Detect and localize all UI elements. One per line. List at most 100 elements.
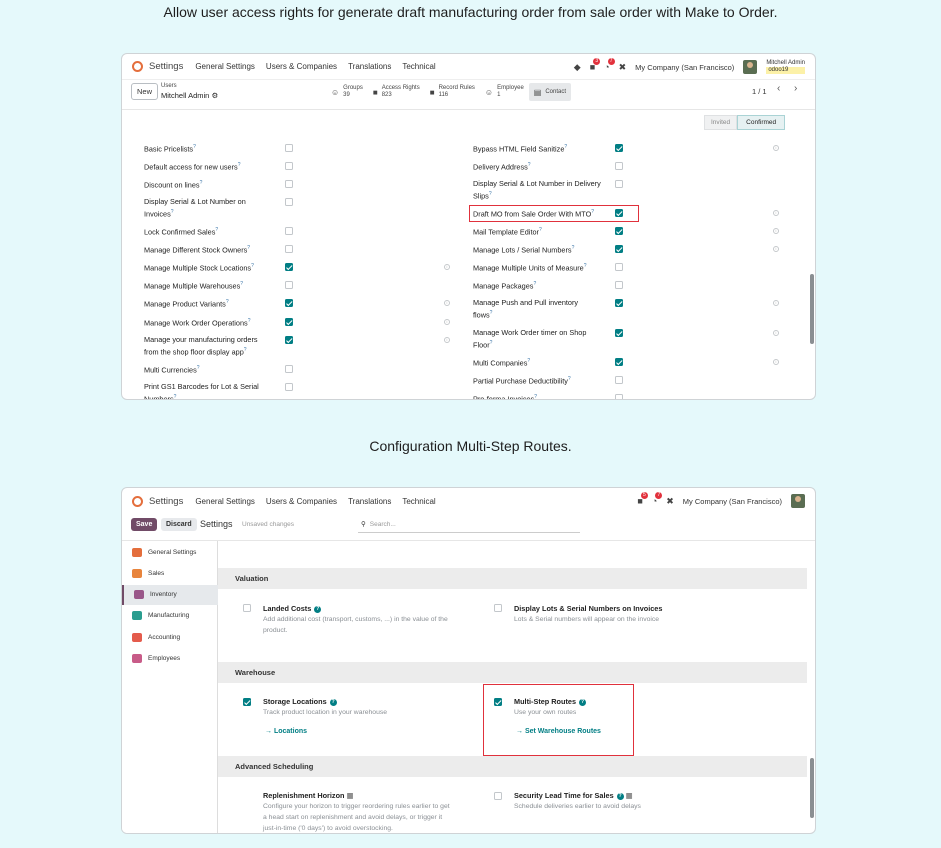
access-right-checkbox[interactable] — [285, 162, 293, 170]
info-icon[interactable]: i — [773, 210, 779, 216]
odoo-logo-icon[interactable] — [132, 61, 143, 72]
access-right-checkbox[interactable] — [285, 144, 293, 152]
help-tooltip-icon[interactable]: ? — [193, 144, 196, 150]
access-right-checkbox[interactable] — [285, 281, 293, 289]
help-icon[interactable]: ? — [329, 698, 337, 706]
help-tooltip-icon[interactable]: ? — [248, 318, 251, 324]
menu-technical[interactable]: Technical — [402, 497, 435, 506]
help-tooltip-icon[interactable]: ? — [568, 376, 571, 382]
help-tooltip-icon[interactable]: ? — [584, 263, 587, 269]
help-tooltip-icon[interactable]: ? — [490, 340, 493, 346]
activity-clock-icon[interactable]: ◔ 7 — [604, 58, 615, 72]
access-right-checkbox[interactable] — [615, 299, 623, 307]
help-tooltip-icon[interactable]: ? — [489, 191, 492, 197]
status-invited[interactable]: Invited — [704, 115, 738, 130]
pager-counter[interactable]: 1 / 1 — [752, 87, 767, 96]
help-tooltip-icon[interactable]: ? — [247, 245, 250, 251]
odoo-logo-icon[interactable] — [132, 495, 143, 507]
smart-button-employee[interactable]: ☺ Employee 1 — [480, 83, 529, 101]
access-right-checkbox[interactable] — [615, 162, 623, 170]
sidebar-item[interactable]: Inventory — [122, 584, 218, 605]
sidebar-item[interactable]: General Settings — [122, 542, 218, 562]
access-right-checkbox[interactable] — [615, 281, 623, 289]
smart-button-record-rules[interactable]: ■ Record Rules 116 — [425, 83, 480, 101]
menu-users-companies[interactable]: Users & Companies — [266, 497, 337, 506]
help-tooltip-icon[interactable]: ? — [200, 180, 203, 186]
save-button[interactable]: Save — [131, 518, 158, 531]
company-switcher[interactable]: My Company (San Francisco) — [683, 497, 782, 506]
settings-search[interactable]: ⚲ Search... — [358, 516, 580, 533]
help-tooltip-icon[interactable]: ? — [240, 281, 243, 287]
access-right-checkbox[interactable] — [285, 299, 293, 307]
storage-locations-checkbox[interactable] — [243, 698, 251, 706]
sidebar-item[interactable]: Manufacturing — [122, 606, 218, 626]
help-tooltip-icon[interactable]: ? — [539, 227, 542, 233]
pager-prev-icon[interactable]: ‹ — [777, 83, 780, 94]
help-tooltip-icon[interactable]: ? — [171, 209, 174, 215]
discard-button[interactable]: Discard — [161, 518, 197, 531]
help-tooltip-icon[interactable]: ? — [533, 281, 536, 287]
help-tooltip-icon[interactable]: ? — [174, 394, 177, 399]
new-button[interactable]: New — [131, 83, 159, 100]
access-right-checkbox[interactable] — [285, 318, 293, 326]
tools-icon[interactable]: ✖ — [619, 62, 627, 73]
info-icon[interactable]: i — [773, 300, 779, 306]
tools-icon[interactable]: ✖ — [666, 496, 674, 507]
help-tooltip-icon[interactable]: ? — [528, 162, 531, 168]
help-tooltip-icon[interactable]: ? — [251, 263, 254, 269]
access-right-checkbox[interactable] — [285, 263, 293, 271]
access-right-checkbox[interactable] — [285, 198, 293, 206]
access-right-checkbox[interactable] — [615, 180, 623, 188]
security-lead-checkbox[interactable] — [494, 792, 502, 800]
info-icon[interactable]: i — [444, 337, 450, 343]
search-input[interactable]: Search... — [370, 521, 396, 528]
info-icon[interactable]: i — [444, 319, 450, 325]
access-right-checkbox[interactable] — [615, 394, 623, 399]
avatar[interactable] — [791, 494, 805, 508]
landed-costs-checkbox[interactable] — [243, 604, 251, 612]
menu-translations[interactable]: Translations — [348, 497, 391, 506]
help-icon[interactable]: ? — [314, 605, 322, 613]
breadcrumb-parent[interactable]: Users — [161, 83, 177, 89]
info-icon[interactable]: i — [773, 228, 779, 234]
access-right-checkbox[interactable] — [615, 144, 623, 152]
info-icon[interactable]: i — [773, 330, 779, 336]
access-right-checkbox[interactable] — [615, 263, 623, 271]
access-right-checkbox[interactable] — [615, 329, 623, 337]
app-name[interactable]: Settings — [149, 61, 183, 72]
activity-clock-icon[interactable]: ◔ 7 — [652, 492, 663, 506]
help-tooltip-icon[interactable]: ? — [238, 162, 241, 168]
info-icon[interactable]: i — [773, 359, 779, 365]
menu-technical[interactable]: Technical — [402, 62, 435, 71]
info-icon[interactable]: i — [773, 246, 779, 252]
app-name[interactable]: Settings — [149, 496, 183, 507]
menu-general-settings[interactable]: General Settings — [195, 497, 255, 506]
info-icon[interactable]: i — [444, 300, 450, 306]
sidebar-item[interactable]: Employees — [122, 649, 218, 669]
help-tooltip-icon[interactable]: ? — [564, 144, 567, 150]
bug-icon[interactable]: ◆ — [574, 62, 581, 73]
lots-invoices-checkbox[interactable] — [494, 604, 502, 612]
chat-icon[interactable]: ■ 3 — [590, 58, 601, 72]
smart-button-contact[interactable]: ▤ Contact — [528, 83, 572, 101]
access-right-checkbox[interactable] — [285, 180, 293, 188]
sidebar-item[interactable]: Sales — [122, 563, 218, 583]
gear-icon[interactable]: ⚙ — [211, 91, 218, 100]
access-right-checkbox[interactable] — [285, 383, 293, 391]
info-icon[interactable]: i — [444, 264, 450, 270]
access-right-checkbox[interactable] — [615, 245, 623, 253]
menu-general-settings[interactable]: General Settings — [195, 62, 255, 71]
help-tooltip-icon[interactable]: ? — [534, 394, 537, 399]
access-right-checkbox[interactable] — [285, 245, 293, 253]
smart-button-access-rights[interactable]: ■ Access Rights 823 — [368, 83, 425, 101]
help-tooltip-icon[interactable]: ? — [490, 310, 493, 316]
access-right-checkbox[interactable] — [615, 358, 623, 366]
scrollbar[interactable] — [810, 274, 814, 344]
locations-link[interactable]: → Locations — [265, 728, 307, 735]
access-right-checkbox[interactable] — [285, 336, 293, 344]
help-tooltip-icon[interactable]: ? — [226, 299, 229, 305]
access-right-checkbox[interactable] — [285, 365, 293, 373]
help-tooltip-icon[interactable]: ? — [215, 227, 218, 233]
sidebar-item[interactable]: Accounting — [122, 627, 218, 647]
pager-next-icon[interactable]: › — [794, 83, 797, 94]
